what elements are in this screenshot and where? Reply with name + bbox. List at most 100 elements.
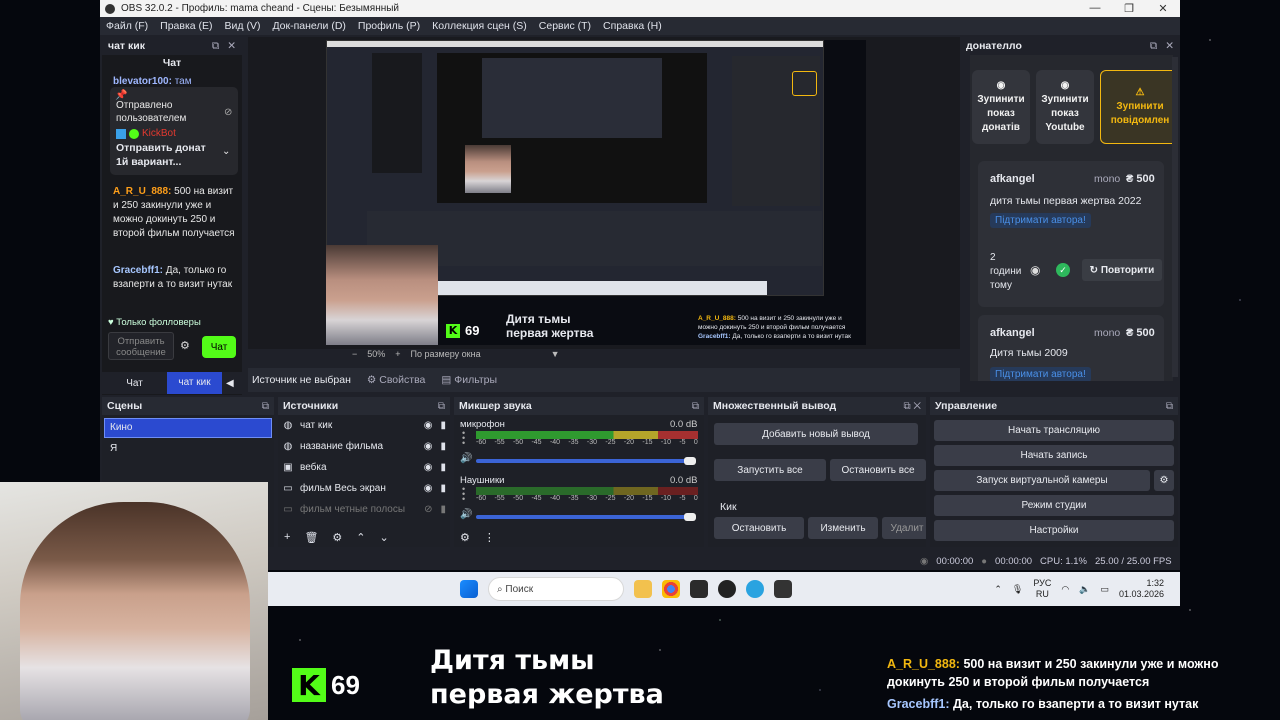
lock-icon[interactable]: ▮ (440, 462, 446, 473)
menu-tools[interactable]: Сервис (T) (533, 20, 597, 32)
start-icon[interactable] (460, 580, 478, 598)
float-icon[interactable]: ⧉ ✕ (903, 401, 921, 412)
source-row[interactable]: ▭ фильм Весь экран ◉ ▮ (278, 478, 450, 499)
preview-canvas[interactable]: K 69 Дитя тьмы первая жертва A_R_U_888: … (326, 40, 866, 345)
studio-mode-button[interactable]: Режим студии (934, 495, 1174, 516)
scene-item[interactable]: Кино (104, 418, 272, 438)
source-row[interactable]: ◍ чат кик ◉ ▮ (278, 415, 450, 436)
app-icon[interactable] (690, 580, 708, 598)
start-all-button[interactable]: Запустить все (714, 459, 826, 481)
support-link[interactable]: Підтримати автора! (990, 367, 1091, 381)
stop-all-button[interactable]: Остановить все (830, 459, 926, 481)
tab-chat[interactable]: Чат (102, 378, 167, 389)
telegram-icon[interactable] (746, 580, 764, 598)
float-icon[interactable]: ⧉ (692, 401, 699, 412)
mic-icon[interactable]: 🎙 (1012, 584, 1023, 595)
menu-view[interactable]: Вид (V) (219, 20, 267, 32)
zoom-in-icon[interactable]: + (395, 349, 400, 359)
settings-gear-icon[interactable]: ⚙ (180, 339, 190, 352)
channel-menu-icon[interactable]: • • • (462, 485, 465, 504)
float-icon[interactable]: ⧉ (262, 401, 269, 412)
eye-icon[interactable]: ◉ (424, 483, 433, 494)
send-chat-button[interactable]: Чат (202, 336, 236, 358)
volume-icon[interactable]: 🔈 (1079, 584, 1090, 595)
scene-item[interactable]: Я (104, 441, 272, 459)
file-explorer-icon[interactable] (634, 580, 652, 598)
start-recording-button[interactable]: Начать запись (934, 445, 1174, 466)
clock[interactable]: 1:32 01.03.2026 (1119, 578, 1164, 600)
arrow-down-icon[interactable]: ⌄ (380, 531, 389, 544)
scrollbar[interactable] (1172, 57, 1178, 377)
eye-icon[interactable]: ◉ (424, 441, 433, 452)
eye-hidden-icon[interactable]: ⊘ (424, 504, 432, 515)
filters-button[interactable]: ▤ Фильтры (441, 374, 497, 386)
zoom-out-icon[interactable]: − (352, 349, 357, 359)
stop-donations-button[interactable]: ◉ Зупинити показ донатів (972, 70, 1030, 144)
chat-input[interactable]: Отправить сообщение (108, 332, 174, 360)
unpin-icon[interactable]: ⊘ (224, 106, 232, 120)
volume-slider-knob[interactable] (684, 513, 696, 521)
eye-icon[interactable]: ◉ (424, 420, 433, 431)
zoom-mode[interactable]: По размеру окна (411, 349, 481, 359)
wifi-icon[interactable]: ◠ (1061, 584, 1069, 595)
source-row[interactable]: ◍ название фильма ◉ ▮ (278, 436, 450, 457)
stop-messages-button[interactable]: ⚠ Зупинити повідомлен (1100, 70, 1173, 144)
close-icon[interactable]: ✕ (1146, 2, 1180, 15)
start-stream-button[interactable]: Начать трансляцию (934, 420, 1174, 441)
volume-slider[interactable] (476, 515, 686, 519)
eye-icon[interactable]: ◉ (1030, 263, 1040, 277)
speaker-icon[interactable]: 🔊 (460, 509, 472, 520)
language-indicator[interactable]: РУС RU (1033, 578, 1051, 600)
float-icon[interactable]: ⧉ (1166, 401, 1173, 412)
eye-icon[interactable]: ◉ (424, 462, 433, 473)
dropdown-arrow-icon[interactable]: ▼ (551, 349, 560, 359)
edit-output-button[interactable]: Изменить (808, 517, 878, 539)
menu-help[interactable]: Справка (H) (597, 20, 668, 32)
menu-edit[interactable]: Правка (E) (154, 20, 218, 32)
add-output-button[interactable]: Добавить новый вывод (714, 423, 918, 445)
gear-icon[interactable]: ⚙ (332, 531, 342, 544)
close-dock-icon[interactable]: ✕ (227, 40, 236, 53)
float-icon[interactable]: ⧉ (212, 40, 220, 53)
battery-icon[interactable]: ▭ (1100, 584, 1109, 595)
preview-area[interactable]: K 69 Дитя тьмы первая жертва A_R_U_888: … (248, 37, 1044, 359)
chevron-down-icon[interactable]: ⌄ (222, 145, 230, 159)
float-icon[interactable]: ⧉ (1150, 40, 1158, 53)
obs-icon[interactable] (718, 580, 736, 598)
source-row[interactable]: ▣ вебка ◉ ▮ (278, 457, 450, 478)
advanced-audio-icon[interactable]: ⚙ (460, 531, 470, 544)
repeat-button[interactable]: ↻ Повторити (1082, 259, 1162, 281)
delete-output-button[interactable]: Удалит (882, 517, 926, 539)
maximize-icon[interactable]: ❐ (1112, 2, 1146, 15)
float-icon[interactable]: ⧉ (438, 401, 445, 412)
source-row[interactable]: ▭ фильм четные полосы ⊘ ▮ (278, 499, 450, 520)
taskbar-search[interactable]: ⌕ Поиск (488, 577, 624, 601)
menu-file[interactable]: Файл (F) (100, 20, 154, 32)
speaker-icon[interactable]: 🔊 (460, 453, 472, 464)
menu-profile[interactable]: Профиль (P) (352, 20, 426, 32)
lock-icon[interactable]: ▮ (440, 483, 446, 494)
volume-slider-knob[interactable] (684, 457, 696, 465)
gear-icon[interactable]: ⚙ (1154, 470, 1174, 491)
arrow-up-icon[interactable]: ⌃ (356, 531, 365, 544)
stop-youtube-button[interactable]: ◉ Зупинити показ Youtube (1036, 70, 1094, 144)
add-icon[interactable]: + (284, 531, 290, 544)
arrow-left-icon[interactable]: ◀ (226, 378, 234, 389)
trash-icon[interactable]: 🗑 (304, 531, 318, 544)
chrome-icon[interactable] (662, 580, 680, 598)
volume-slider[interactable] (476, 459, 686, 463)
lock-icon[interactable]: ▮ (440, 420, 446, 431)
stop-output-button[interactable]: Остановить (714, 517, 804, 539)
menu-docks[interactable]: Док-панели (D) (266, 20, 351, 32)
menu-icon[interactable]: ⋮ (484, 531, 495, 544)
properties-button[interactable]: ⚙ Свойства (367, 374, 425, 386)
lock-icon[interactable]: ▮ (440, 441, 446, 452)
pinned-message[interactable]: 📌 Отправлено пользователем ⊘ KickBot Отп… (110, 87, 238, 175)
virtual-camera-button[interactable]: Запуск виртуальной камеры (934, 470, 1150, 491)
channel-menu-icon[interactable]: • • • (462, 429, 465, 448)
terminal-icon[interactable] (774, 580, 792, 598)
minimize-icon[interactable]: — (1078, 2, 1112, 15)
tab-kick-chat[interactable]: чат кик (167, 372, 222, 394)
settings-button[interactable]: Настройки (934, 520, 1174, 541)
menu-scene-collection[interactable]: Коллекция сцен (S) (426, 20, 533, 32)
